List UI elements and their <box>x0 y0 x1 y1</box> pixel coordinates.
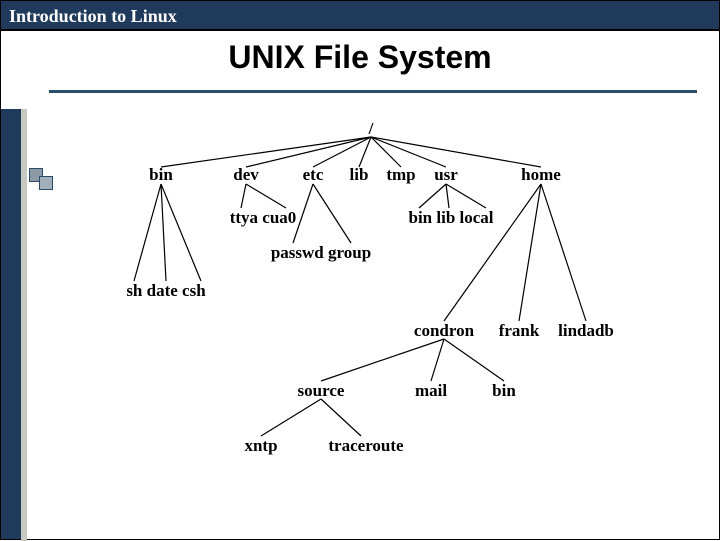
left-rail <box>1 109 21 539</box>
node-mail: mail <box>415 381 447 401</box>
node-root: / <box>369 119 374 139</box>
node-condron: condron <box>414 321 474 341</box>
node-source: source <box>298 381 345 401</box>
node-bin-children: sh date csh <box>126 281 205 301</box>
node-condron-bin: bin <box>492 381 516 401</box>
node-etc: etc <box>303 165 324 185</box>
node-usr: usr <box>434 165 458 185</box>
node-etc-children: passwd group <box>271 243 371 263</box>
node-usr-children: bin lib local <box>408 208 493 228</box>
left-rail-shadow <box>21 109 27 541</box>
filesystem-tree-diagram: / bin dev etc lib tmp usr home ttya cua0… <box>31 111 691 531</box>
node-xntp: xntp <box>244 436 277 456</box>
slide-title: UNIX File System <box>1 39 719 76</box>
node-frank: frank <box>499 321 540 341</box>
title-divider <box>49 90 697 93</box>
node-tmp: tmp <box>386 165 415 185</box>
node-lib: lib <box>350 165 369 185</box>
header-bar: Introduction to Linux <box>1 1 719 31</box>
node-dev-children: ttya cua0 <box>230 208 297 228</box>
node-lindadb: lindadb <box>558 321 614 341</box>
node-home: home <box>521 165 561 185</box>
header-title: Introduction to Linux <box>9 6 177 26</box>
node-traceroute: traceroute <box>328 436 403 456</box>
node-bin: bin <box>149 165 173 185</box>
node-dev: dev <box>233 165 259 185</box>
